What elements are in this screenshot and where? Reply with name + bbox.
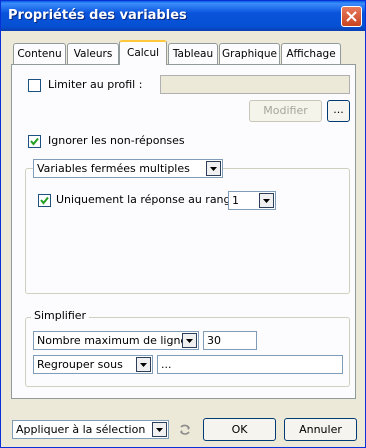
tab-tableau[interactable]: Tableau: [168, 43, 218, 64]
tab-panel-calcul: Limiter au profil : Modifier ... Ignorer…: [11, 64, 356, 399]
checkmark-icon: [40, 196, 49, 205]
dropdown-arrow-icon[interactable]: [182, 333, 197, 348]
close-button[interactable]: [341, 6, 362, 27]
uniquement-label: Uniquement la réponse au rang: [56, 193, 231, 206]
title-bar[interactable]: Propriétés des variables: [1, 1, 365, 31]
tab-graphique[interactable]: Graphique: [219, 43, 280, 64]
refresh-icon[interactable]: [178, 423, 192, 437]
tab-calcul[interactable]: Calcul: [119, 40, 167, 65]
apply-scope-value: Appliquer à la sélection: [16, 423, 146, 436]
properties-dialog: Propriétés des variables Contenu Valeurs…: [0, 0, 366, 448]
variables-type-select[interactable]: Variables fermées multiples: [33, 159, 223, 178]
ignorer-checkbox[interactable]: [28, 135, 41, 148]
uniquement-checkbox[interactable]: [38, 194, 51, 207]
simplifier-title: Simplifier: [31, 309, 90, 322]
ok-button[interactable]: OK: [203, 418, 276, 441]
apply-scope-select[interactable]: Appliquer à la sélection: [12, 420, 169, 439]
dropdown-arrow-icon[interactable]: [206, 161, 221, 176]
tab-contenu[interactable]: Contenu: [13, 43, 66, 64]
profil-field[interactable]: [160, 75, 350, 94]
modifier-button[interactable]: Modifier: [249, 100, 322, 122]
ignorer-label: Ignorer les non-réponses: [48, 134, 185, 147]
simplifier-group: [25, 317, 350, 387]
rang-value: 1: [232, 194, 239, 207]
regrouper-input[interactable]: ...: [157, 355, 343, 374]
regrouper-option: Regrouper sous: [37, 358, 123, 371]
regrouper-select[interactable]: Regrouper sous: [33, 355, 153, 374]
limiter-checkbox[interactable]: [28, 79, 41, 92]
browse-button[interactable]: ...: [327, 100, 350, 122]
variables-type-value: Variables fermées multiples: [37, 162, 190, 175]
window-title: Propriétés des variables: [8, 8, 187, 23]
rang-select[interactable]: 1: [228, 191, 276, 210]
dropdown-arrow-icon[interactable]: [136, 357, 151, 372]
dropdown-arrow-icon[interactable]: [152, 422, 167, 437]
max-lines-option: Nombre maximum de lignes: [37, 334, 193, 347]
checkmark-icon: [30, 137, 39, 146]
limiter-label: Limiter au profil :: [48, 78, 143, 91]
cancel-button[interactable]: Annuler: [284, 418, 357, 441]
max-lines-select[interactable]: Nombre maximum de lignes: [33, 331, 199, 350]
dropdown-arrow-icon[interactable]: [259, 193, 274, 208]
max-lines-input[interactable]: 30: [203, 331, 257, 350]
tab-affichage[interactable]: Affichage: [281, 43, 341, 64]
variables-group: [25, 168, 350, 294]
close-icon: [346, 11, 357, 22]
tab-valeurs[interactable]: Valeurs: [67, 43, 119, 64]
